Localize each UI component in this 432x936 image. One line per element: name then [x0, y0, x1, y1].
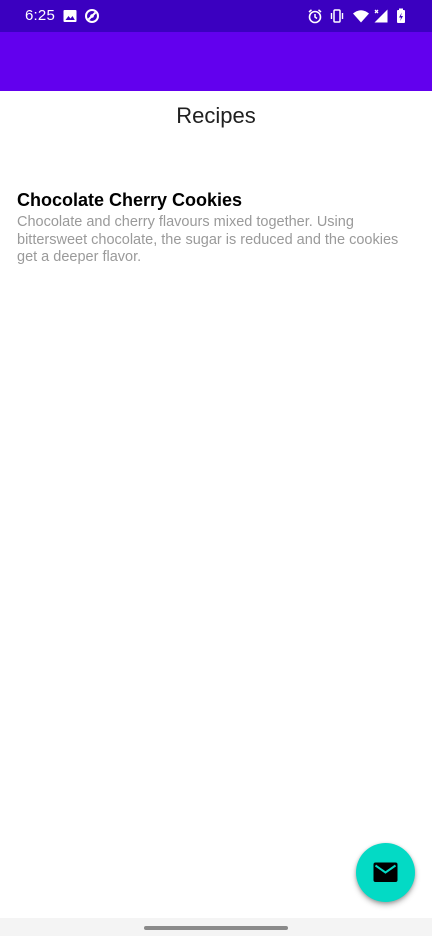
image-icon [63, 10, 77, 22]
app-screen: 6:25 Recipes Chocolate Cherry Cookies Ch… [0, 0, 432, 936]
list-item[interactable]: Chocolate Cherry Cookies Chocolate and c… [17, 189, 415, 267]
battery-charging-icon [397, 8, 405, 23]
status-bar: 6:25 [0, 0, 432, 32]
wifi-icon [353, 10, 369, 23]
recipe-name: Chocolate Cherry Cookies [17, 190, 243, 210]
home-gesture-handle[interactable] [144, 926, 288, 930]
data-saver-icon [85, 9, 99, 23]
app-bar [0, 32, 432, 91]
email-fab-button[interactable] [356, 843, 415, 902]
page-title: Recipes [176, 103, 256, 128]
recipe-description: Chocolate and cherry flavours mixed toge… [17, 214, 399, 265]
recipe-list: Chocolate Cherry Cookies Chocolate and c… [17, 189, 415, 267]
cellular-signal-icon [374, 9, 388, 23]
status-time: 6:25 [25, 7, 55, 24]
alarm-icon [308, 9, 322, 24]
vibrate-icon [330, 9, 344, 23]
navigation-bar [0, 918, 432, 936]
email-icon [373, 862, 398, 882]
